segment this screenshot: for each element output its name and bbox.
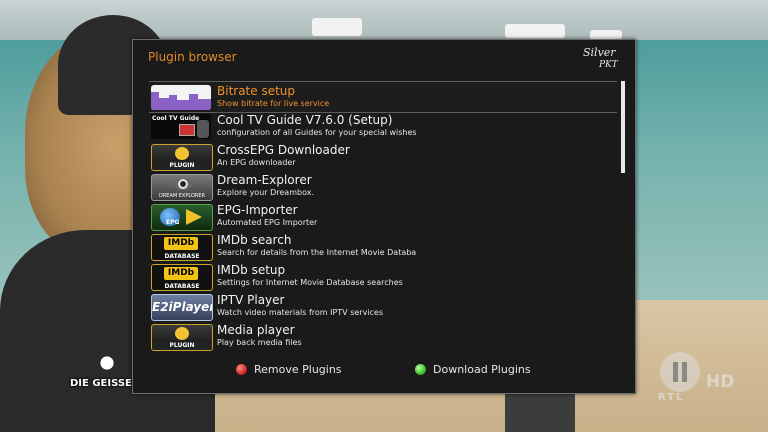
brand-logo-line1: Silver [583,46,616,59]
download-plugins-label: Download Plugins [433,363,531,376]
plugin-item-cool-tv-guide[interactable]: Cool TV Guide Cool TV Guide V7.6.0 (Setu… [149,111,617,141]
plugin-name: CrossEPG Downloader [217,143,350,157]
plugin-name: Media player [217,323,295,337]
plugin-description: An EPG downloader [217,158,296,167]
plugin-name: Bitrate setup [217,84,296,98]
channel-logo-emblem [92,348,122,378]
plugin-item-iptv-player[interactable]: E2iPlayer IPTV Player Watch video materi… [149,291,617,321]
plugin-name: IMDb setup [217,263,286,277]
plugin-list-scrollbar[interactable] [621,81,625,351]
plugin-description: Watch video materials from IPTV services [217,308,384,317]
plugin-description: Show bitrate for live service [217,99,330,108]
remove-plugins-button[interactable]: Remove Plugins [236,362,346,378]
plugin-name: IPTV Player [217,293,285,307]
plugin-description: Explore your Dreambox. [217,188,314,197]
plugin-item-crossepg[interactable]: PLUGIN CrossEPG Downloader An EPG downlo… [149,141,617,171]
network-watermark: RTL [658,392,685,403]
plugin-description: Play back media files [217,338,302,347]
e2iplayer-icon: E2iPlayer [151,294,213,321]
imdb-icon: IMDb DATABASE [151,234,213,261]
plugin-list: Bitrate setup Show bitrate for live serv… [149,81,619,351]
green-key-icon [415,364,426,375]
plugin-item-bitrate-setup[interactable]: Bitrate setup Show bitrate for live serv… [149,81,617,113]
red-key-icon [236,364,247,375]
plugin-description: Search for details from the Internet Mov… [217,248,417,257]
brand-logo-line2: PKT [599,60,618,70]
dream-explorer-eye-icon: DREAM EXPLORER [151,174,213,201]
plugin-gear-icon: PLUGIN [151,324,213,351]
plugin-item-dream-explorer[interactable]: DREAM EXPLORER Dream-Explorer Explore yo… [149,171,617,201]
hd-watermark: HD [706,372,735,392]
window-title: Plugin browser [148,50,237,64]
plugin-item-imdb-setup[interactable]: IMDb DATABASE IMDb setup Settings for In… [149,261,617,291]
plugin-name: EPG-Importer [217,203,298,217]
plugin-name: Cool TV Guide V7.6.0 (Setup) [217,113,393,127]
plugin-item-imdb-search[interactable]: IMDb DATABASE IMDb search Search for det… [149,231,617,261]
brand-logo: Silver PKT [581,46,627,76]
boat [312,18,362,36]
pause-watermark-icon [660,352,700,392]
epg-globe-icon: EPG [151,204,213,231]
plugin-browser-window: Plugin browser Silver PKT Bitrate setup … [132,39,636,394]
plugin-name: Dream-Explorer [217,173,312,187]
plugin-description: Settings for Internet Movie Database sea… [217,278,403,287]
remove-plugins-label: Remove Plugins [254,363,342,376]
plugin-gear-icon: PLUGIN [151,144,213,171]
plugin-name: IMDb search [217,233,292,247]
plugin-description: configuration of all Guides for your spe… [217,128,417,137]
channel-logo: DIE GEISSEN [70,378,141,389]
plugin-item-media-player[interactable]: PLUGIN Media player Play back media file… [149,321,617,351]
bitrate-chart-icon [151,85,211,110]
boat [505,24,565,38]
download-plugins-button[interactable]: Download Plugins [415,362,535,378]
cool-tv-guide-icon: Cool TV Guide [151,114,211,139]
plugin-item-epg-importer[interactable]: EPG EPG-Importer Automated EPG Importer [149,201,617,231]
plugin-description: Automated EPG Importer [217,218,318,227]
imdb-icon: IMDb DATABASE [151,264,213,291]
scrollbar-thumb[interactable] [621,81,625,173]
